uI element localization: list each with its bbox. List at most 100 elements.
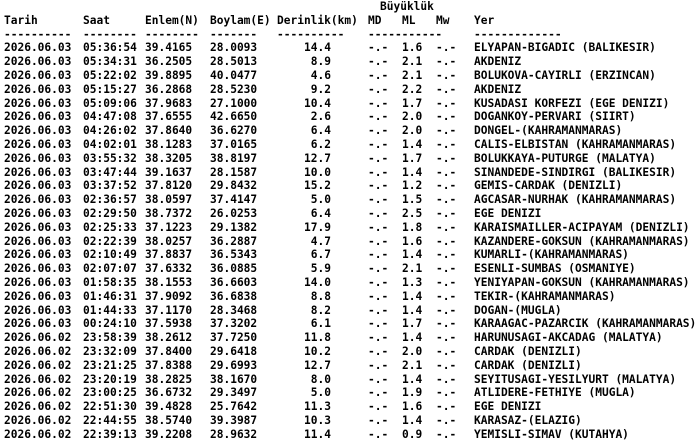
cell-md: -.- — [368, 137, 389, 151]
cell-location: KARAISMAILLER-ACIPAYAM (DENIZLI) — [474, 220, 690, 234]
cell-md: -.- — [368, 124, 389, 138]
table-row: 2026.06.02 23:58:39 38.2612 37.7250 11.8 -.- 1… — [0, 331, 700, 345]
cell-latitude: 37.6332 — [145, 262, 193, 276]
cell-depth: 6.2 — [310, 137, 331, 151]
table-row: 2026.06.02 22:39:13 39.2208 28.9632 11.4 -.- 0… — [0, 428, 700, 440]
cell-ml: 1.8 — [402, 220, 423, 234]
table-row: 2026.06.03 02:07:07 37.6332 36.0885 5.9 -.- 2.… — [0, 262, 700, 276]
cell-location: EGE DENIZI — [474, 400, 542, 414]
cell-mw: -.- — [436, 386, 457, 400]
cell-ml: 2.5 — [402, 206, 423, 220]
cell-md: -.- — [368, 82, 389, 96]
table-row: 2026.06.03 05:15:27 36.2868 28.5230 9.2 -.- 2.… — [0, 83, 700, 97]
cell-latitude: 38.1553 — [145, 275, 193, 289]
table-row: 2026.06.03 02:36:57 38.0597 37.4147 5.0 -.- 1.… — [0, 193, 700, 207]
cell-md: -.- — [368, 68, 389, 82]
table-row: 2026.06.03 02:10:49 37.8837 36.5343 6.7 -.- 1.… — [0, 248, 700, 262]
cell-date: 2026.06.03 — [4, 96, 72, 110]
cell-time: 03:55:32 — [83, 151, 137, 165]
cell-date: 2026.06.02 — [4, 413, 72, 427]
cell-depth: 6.4 — [310, 206, 331, 220]
cell-depth: 9.2 — [310, 82, 331, 96]
earthquake-rows: 2026.06.03 05:36:54 39.4165 28.0093 14.4 -.- 1… — [0, 41, 700, 440]
cell-latitude: 38.2612 — [145, 331, 193, 345]
cell-mw: -.- — [436, 317, 457, 331]
cell-md: -.- — [368, 303, 389, 317]
cell-longitude: 29.8432 — [210, 179, 258, 193]
cell-depth: 6.7 — [310, 248, 331, 262]
table-row: 2026.06.03 03:47:44 39.1637 28.1587 10.0 -.- 1… — [0, 166, 700, 180]
cell-ml: 2.1 — [402, 262, 423, 276]
header-underline-row: ---------- -------- -------- ------- ---… — [0, 28, 700, 42]
cell-location: EGE DENIZI — [474, 206, 542, 220]
cell-ml: 2.0 — [402, 124, 423, 138]
cell-md: -.- — [368, 331, 389, 345]
cell-md: -.- — [368, 41, 389, 55]
cell-depth: 8.8 — [310, 289, 331, 303]
cell-depth: 4.7 — [310, 234, 331, 248]
cell-latitude: 37.5938 — [145, 317, 193, 331]
cell-mw: -.- — [436, 400, 457, 414]
table-row: 2026.06.03 04:26:02 37.8640 36.6270 6.4 -.- 2.… — [0, 124, 700, 138]
cell-depth: 15.2 — [304, 179, 331, 193]
cell-longitude: 28.9632 — [210, 427, 258, 440]
cell-depth: 11.3 — [304, 400, 331, 414]
cell-time: 02:10:49 — [83, 248, 137, 262]
cell-time: 22:44:55 — [83, 413, 137, 427]
cell-location: DOGAN-(MUGLA) — [474, 303, 562, 317]
cell-ml: 1.7 — [402, 96, 423, 110]
cell-location: SEYITUSAGI-YESILYURT (MALATYA) — [474, 372, 677, 386]
cell-time: 02:29:50 — [83, 206, 137, 220]
cell-time: 04:02:01 — [83, 137, 137, 151]
cell-time: 02:25:33 — [83, 220, 137, 234]
cell-ml: 2.0 — [402, 344, 423, 358]
cell-latitude: 39.2208 — [145, 427, 193, 440]
cell-longitude: 27.1000 — [210, 96, 258, 110]
cell-ml: 1.4 — [402, 303, 423, 317]
cell-ml: 1.4 — [402, 137, 423, 151]
cell-time: 02:07:07 — [83, 262, 137, 276]
cell-location: BOLUKOVA-CAYIRLI (ERZINCAN) — [474, 68, 656, 82]
cell-mw: -.- — [436, 275, 457, 289]
cell-latitude: 37.8388 — [145, 358, 193, 372]
cell-longitude: 29.6418 — [210, 344, 258, 358]
table-row: 2026.06.03 01:58:35 38.1553 36.6603 14.0 -.- 1… — [0, 276, 700, 290]
table-row: 2026.06.02 23:21:25 37.8388 29.6993 12.7 -.- 2… — [0, 359, 700, 373]
cell-time: 03:37:52 — [83, 179, 137, 193]
table-row: 2026.06.03 03:55:32 38.3205 38.8197 12.7 -.- 1… — [0, 152, 700, 166]
cell-ml: 1.3 — [402, 275, 423, 289]
cell-date: 2026.06.03 — [4, 289, 72, 303]
cell-date: 2026.06.03 — [4, 55, 72, 69]
cell-latitude: 38.0257 — [145, 234, 193, 248]
cell-mw: -.- — [436, 331, 457, 345]
cell-mw: -.- — [436, 68, 457, 82]
cell-mw: -.- — [436, 248, 457, 262]
cell-location: AKDENIZ — [474, 82, 522, 96]
cell-time: 23:58:39 — [83, 331, 137, 345]
cell-longitude: 36.0885 — [210, 262, 258, 276]
cell-mw: -.- — [436, 165, 457, 179]
cell-longitude: 38.8197 — [210, 151, 258, 165]
cell-ml: 1.4 — [402, 248, 423, 262]
cell-date: 2026.06.03 — [4, 206, 72, 220]
cell-longitude: 25.7642 — [210, 400, 258, 414]
cell-mw: -.- — [436, 151, 457, 165]
cell-location: ESENLI-SUMBAS (OSMANIYE) — [474, 262, 636, 276]
cell-time: 01:44:33 — [83, 303, 137, 317]
cell-md: -.- — [368, 344, 389, 358]
cell-date: 2026.06.03 — [4, 193, 72, 207]
cell-date: 2026.06.03 — [4, 248, 72, 262]
cell-mw: -.- — [436, 262, 457, 276]
table-row: 2026.06.02 23:32:09 37.8400 29.6418 10.2 -.- 2… — [0, 345, 700, 359]
cell-longitude: 29.3497 — [210, 386, 258, 400]
cell-latitude: 39.4828 — [145, 400, 193, 414]
cell-depth: 8.0 — [310, 372, 331, 386]
cell-latitude: 38.0597 — [145, 193, 193, 207]
cell-depth: 12.7 — [304, 358, 331, 372]
cell-ml: 1.9 — [402, 386, 423, 400]
cell-ml: 1.7 — [402, 317, 423, 331]
cell-mw: -.- — [436, 220, 457, 234]
cell-longitude: 38.1670 — [210, 372, 258, 386]
cell-ml: 0.9 — [402, 427, 423, 440]
dash-date: ---------- — [4, 27, 72, 41]
